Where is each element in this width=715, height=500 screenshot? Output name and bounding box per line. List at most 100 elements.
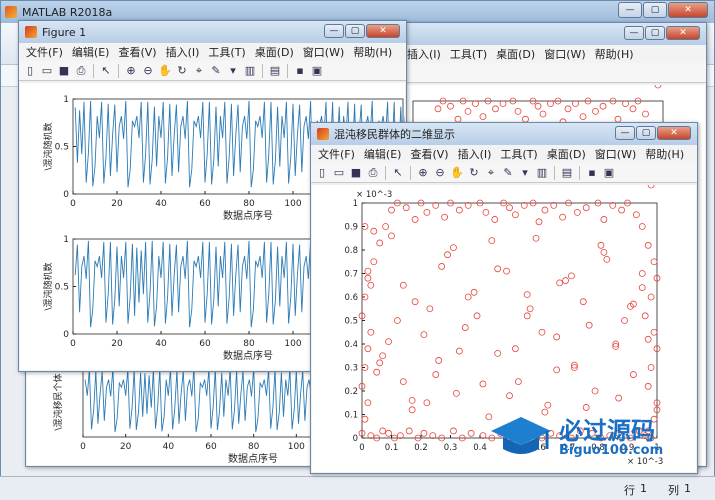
y-tick-label: 1: [63, 95, 69, 105]
x-tick-label: 0: [70, 199, 76, 209]
menu-w-6[interactable]: 窗口(W): [303, 44, 344, 60]
x-tick-label: 40: [155, 199, 167, 209]
pan-icon[interactable]: ✋: [158, 64, 172, 78]
scatter-point: [647, 181, 655, 189]
menu-f-0[interactable]: 文件(F): [26, 44, 63, 60]
scatter-axes-box: [361, 202, 658, 439]
save-icon[interactable]: ■: [57, 64, 71, 78]
figure2-minimize-button[interactable]: —: [615, 126, 635, 140]
hide-plottools-icon[interactable]: ▪: [293, 64, 307, 78]
menu-i-3[interactable]: 插入(I): [458, 146, 492, 162]
toolbar-separator: [579, 165, 580, 180]
datacursor-icon[interactable]: ⌖: [192, 64, 206, 78]
menu-d-2[interactable]: 桌面(D): [496, 46, 535, 62]
menu-v-2[interactable]: 查看(V): [118, 44, 156, 60]
status-col-value: 1: [684, 482, 691, 495]
menu-h-7[interactable]: 帮助(H): [645, 146, 684, 162]
figure1-maximize-button[interactable]: ▢: [345, 24, 365, 38]
figure3-minimize-button[interactable]: —: [624, 26, 644, 40]
y-tick-label: 0.5: [55, 283, 69, 293]
print-icon[interactable]: ⎙: [366, 166, 380, 180]
menu-w-6[interactable]: 窗口(W): [595, 146, 636, 162]
x-axis-label: 数据点序号: [223, 349, 273, 362]
menu-i-3[interactable]: 插入(I): [166, 44, 200, 60]
figure1-minimize-button[interactable]: —: [324, 24, 344, 38]
figure3-maximize-button[interactable]: ▢: [645, 26, 665, 40]
y-exponent-label: × 10^-3: [356, 190, 392, 200]
menu-f-0[interactable]: 文件(F): [318, 146, 355, 162]
brush-icon[interactable]: ✎: [501, 166, 515, 180]
menu-h-4[interactable]: 帮助(H): [595, 46, 634, 62]
toolbar-separator: [262, 63, 263, 78]
figure2-maximize-button[interactable]: ▢: [636, 126, 656, 140]
zoom-out-icon[interactable]: ⊖: [141, 64, 155, 78]
y-tick-label: 0.2: [344, 387, 358, 397]
hide-plottools-icon[interactable]: ▪: [585, 166, 599, 180]
x-tick-label: 40: [155, 339, 167, 349]
rotate-icon[interactable]: ↻: [467, 166, 481, 180]
menu-i-0[interactable]: 插入(I): [407, 46, 441, 62]
insert-colorbar-icon[interactable]: ▥: [535, 166, 549, 180]
matlab-logo-icon: [5, 6, 17, 18]
link-icon[interactable]: ▾: [518, 166, 532, 180]
pointer-icon[interactable]: ↖: [391, 166, 405, 180]
zoom-out-icon[interactable]: ⊖: [433, 166, 447, 180]
menu-t-1[interactable]: 工具(T): [450, 46, 487, 62]
minimize-button[interactable]: —: [618, 2, 642, 18]
open-icon[interactable]: ▭: [40, 64, 54, 78]
menu-v-2[interactable]: 查看(V): [410, 146, 448, 162]
figure1-window-controls: — ▢ ✕: [324, 24, 400, 38]
pointer-icon[interactable]: ↖: [99, 64, 113, 78]
menu-t-4[interactable]: 工具(T): [500, 146, 537, 162]
brush-icon[interactable]: ✎: [209, 64, 223, 78]
watermark: 必过源码 Biguo100.com: [487, 409, 677, 464]
insert-legend-icon[interactable]: ▤: [268, 64, 282, 78]
menu-t-4[interactable]: 工具(T): [208, 44, 245, 60]
print-icon[interactable]: ⎙: [74, 64, 88, 78]
figure3-close-button[interactable]: ✕: [666, 26, 700, 40]
figure2-close-button[interactable]: ✕: [657, 126, 691, 140]
toolbar-separator: [118, 63, 119, 78]
x-tick-label: 80: [243, 199, 255, 209]
x-tick-label: 60: [199, 339, 211, 349]
figure1-title: Figure 1: [42, 25, 87, 39]
menu-d-5[interactable]: 桌面(D): [547, 146, 586, 162]
show-plottools-icon[interactable]: ▣: [310, 64, 324, 78]
figure2-window-controls: — ▢ ✕: [615, 126, 691, 140]
x-tick-label: 100: [284, 199, 301, 209]
figure3-window-controls: — ▢ ✕: [624, 26, 700, 40]
link-icon[interactable]: ▾: [226, 64, 240, 78]
insert-colorbar-icon[interactable]: ▥: [243, 64, 257, 78]
menu-d-5[interactable]: 桌面(D): [255, 44, 294, 60]
figure2-title: 混沌移民群体的二维显示: [334, 128, 455, 141]
y-tick-label: 0.5: [344, 317, 358, 327]
zoom-in-icon[interactable]: ⊕: [124, 64, 138, 78]
close-button[interactable]: ✕: [668, 2, 708, 18]
new-icon[interactable]: ▯: [315, 166, 329, 180]
x-tick-label: 0: [80, 442, 86, 452]
figure1-menubar: 文件(F) 编辑(E) 查看(V) 插入(I) 工具(T) 桌面(D) 窗口(W) 帮助(H): [19, 43, 406, 61]
maximize-button[interactable]: ▢: [643, 2, 667, 18]
toolbar-separator: [554, 165, 555, 180]
datacursor-icon[interactable]: ⌖: [484, 166, 498, 180]
x-tick-label: 0.4: [473, 443, 487, 453]
figure1-close-button[interactable]: ✕: [366, 24, 400, 38]
pan-icon[interactable]: ✋: [450, 166, 464, 180]
menu-e-1[interactable]: 编辑(E): [72, 44, 110, 60]
rotate-icon[interactable]: ↻: [175, 64, 189, 78]
x-tick-label: 80: [243, 339, 255, 349]
y-tick-label: 0: [63, 190, 69, 200]
open-icon[interactable]: ▭: [332, 166, 346, 180]
x-tick-label: 40: [163, 442, 175, 452]
x-tick-label: 60: [205, 442, 217, 452]
menu-w-3[interactable]: 窗口(W): [544, 46, 585, 62]
y-tick-label: 0: [63, 330, 69, 340]
x-tick-label: 0.3: [444, 443, 458, 453]
save-icon[interactable]: ■: [349, 166, 363, 180]
zoom-in-icon[interactable]: ⊕: [416, 166, 430, 180]
menu-e-1[interactable]: 编辑(E): [364, 146, 402, 162]
menu-h-7[interactable]: 帮助(H): [353, 44, 392, 60]
show-plottools-icon[interactable]: ▣: [602, 166, 616, 180]
new-icon[interactable]: ▯: [23, 64, 37, 78]
insert-legend-icon[interactable]: ▤: [560, 166, 574, 180]
